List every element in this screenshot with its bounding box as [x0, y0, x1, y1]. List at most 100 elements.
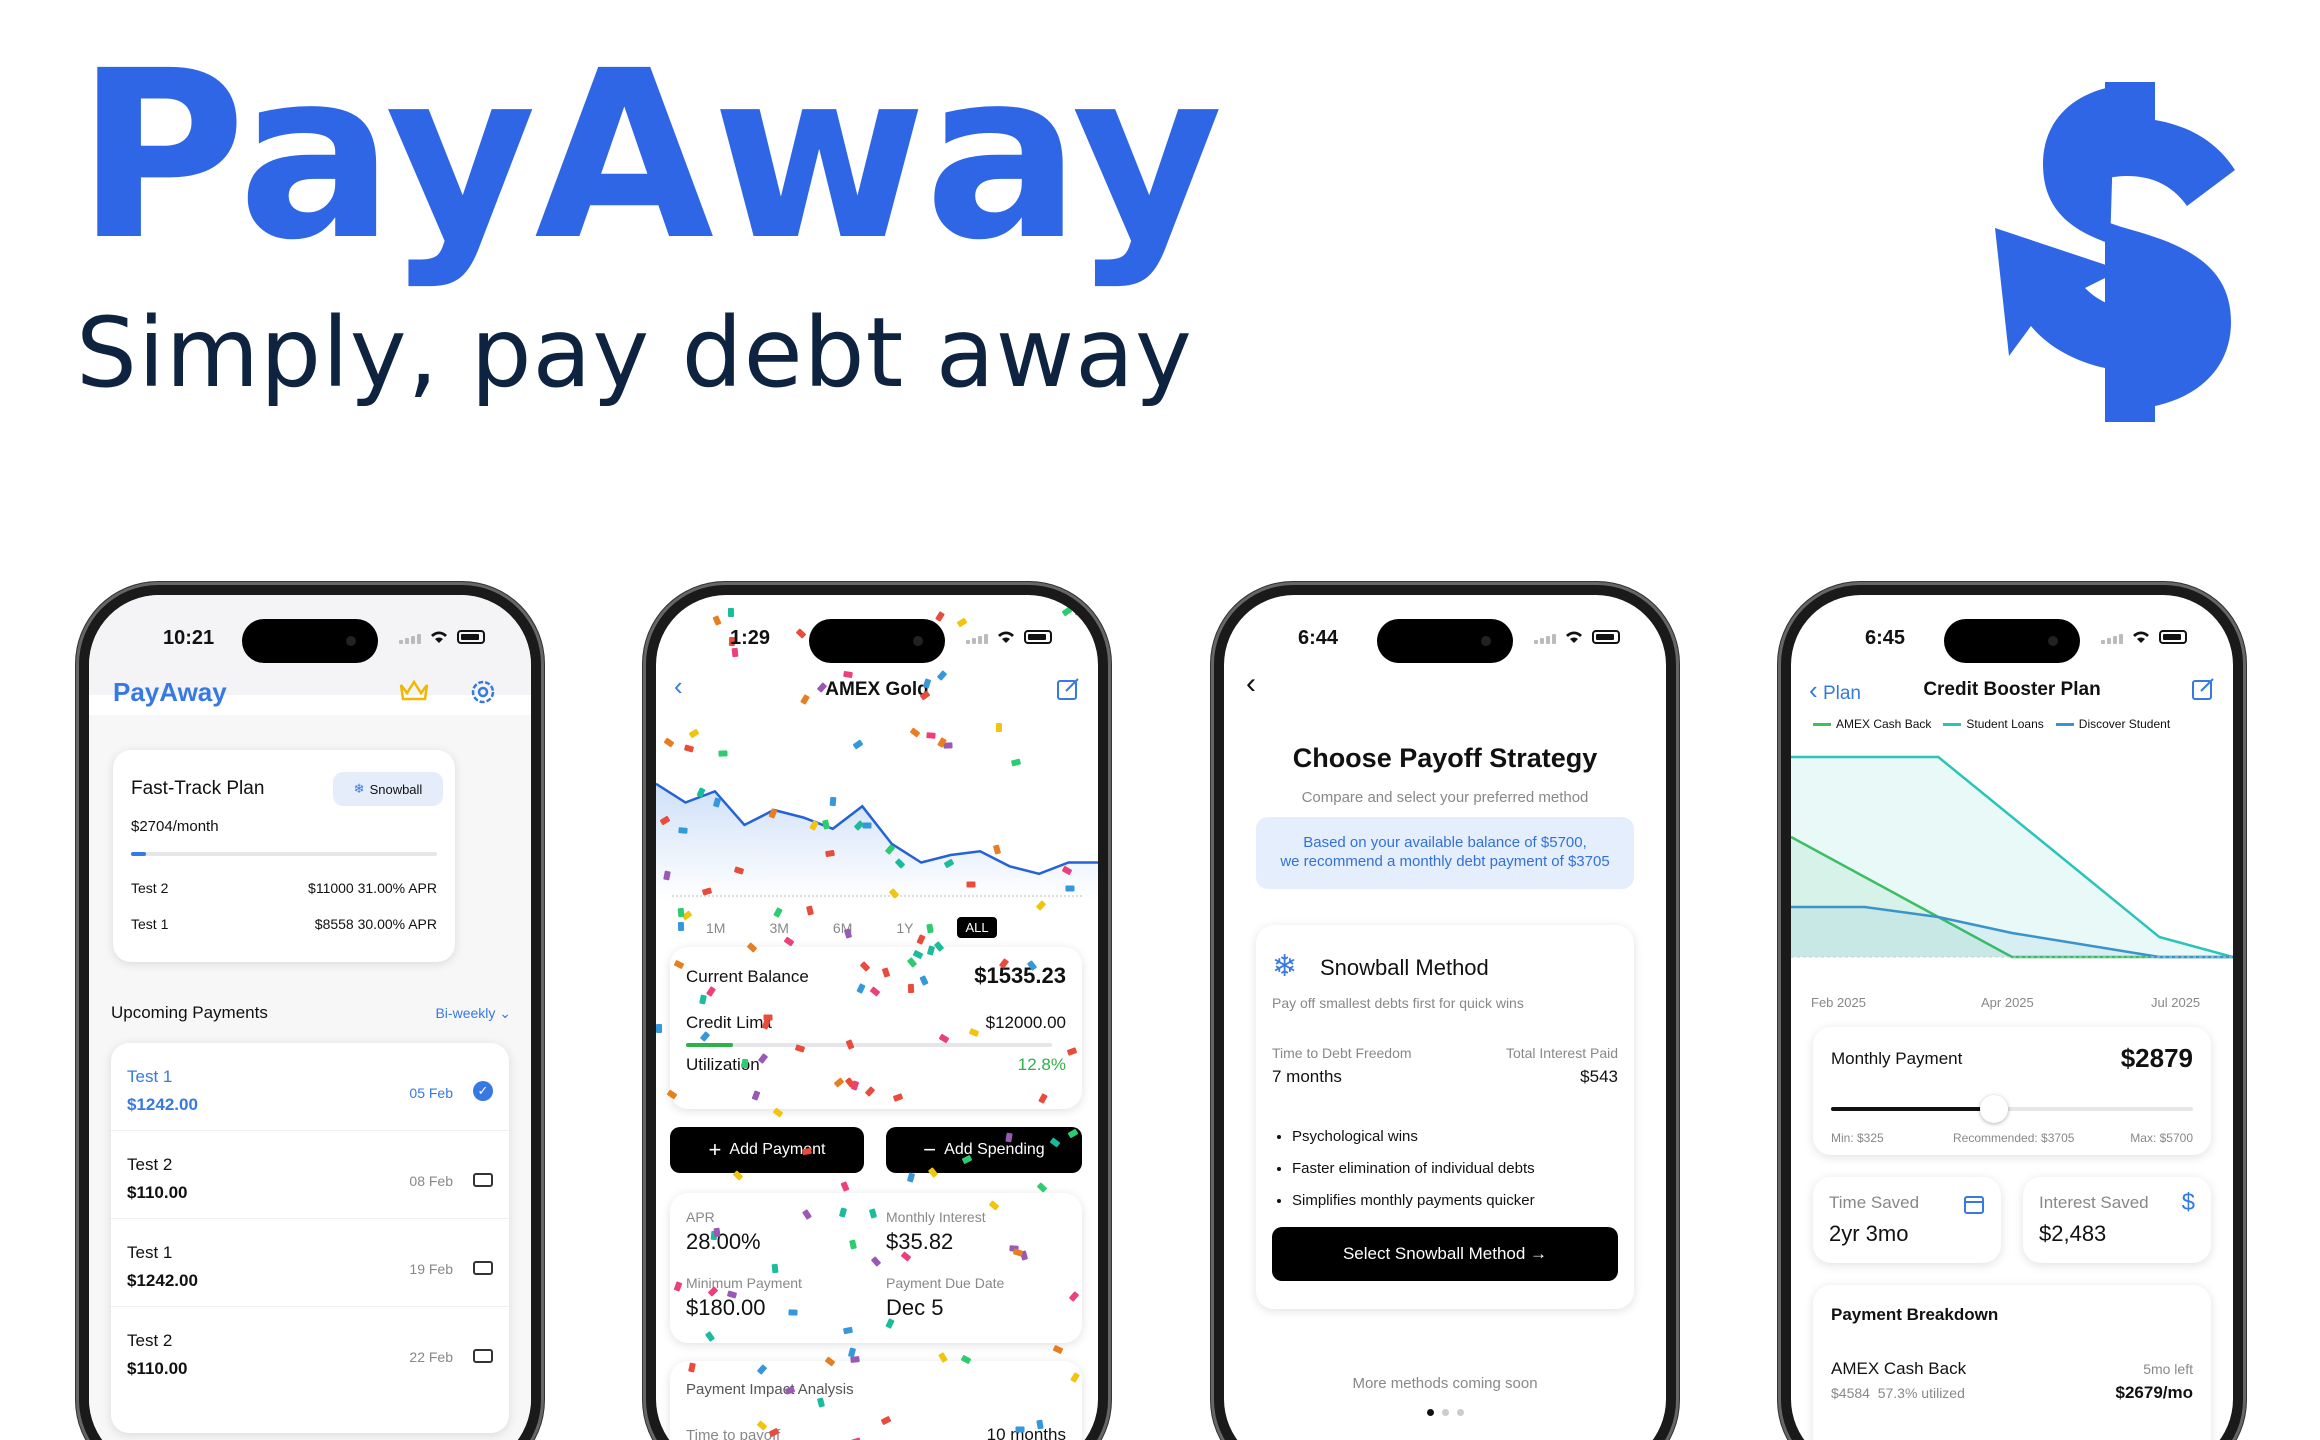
- confetti-piece: [783, 936, 795, 947]
- status-time: 6:45: [1865, 627, 1906, 649]
- interest-saved-label: Interest Saved: [2039, 1193, 2149, 1212]
- range-3m[interactable]: 3M: [769, 920, 788, 936]
- status-time: 6:44: [1298, 627, 1339, 649]
- payment-row[interactable]: Test 1 $1242.00 19 Feb: [111, 1219, 509, 1307]
- payment-row[interactable]: Test 2 $110.00 08 Feb: [111, 1131, 509, 1219]
- chart-legend: AMEX Cash Back Student Loans Discover Stud…: [1813, 717, 2170, 731]
- slider-thumb[interactable]: [1979, 1095, 2008, 1123]
- freedom-label: Time to Debt Freedom: [1272, 1045, 1412, 1061]
- payment-row[interactable]: Test 1 $1242.00 05 Feb ✓: [111, 1043, 509, 1131]
- plan-progress: [131, 852, 437, 856]
- payment-name: Test 2: [127, 1331, 173, 1350]
- dollar-arrow-icon: [1995, 82, 2235, 422]
- range-1m[interactable]: 1M: [706, 920, 725, 936]
- snowflake-icon: ❄: [353, 781, 365, 796]
- breakdown-debt-name: AMEX Cash Back: [1831, 1359, 1967, 1378]
- confetti-piece: [1052, 1344, 1063, 1355]
- payoff-label: Time to payoff: [686, 1427, 781, 1440]
- payment-date: 05 Feb: [409, 1085, 453, 1101]
- confetti-piece: [829, 796, 837, 807]
- payment-date: 22 Feb: [409, 1349, 453, 1365]
- payment-amount: $110.00: [127, 1183, 188, 1202]
- payment-row[interactable]: Test 2 $110.00 22 Feb: [111, 1307, 509, 1395]
- confetti-piece: [713, 1227, 721, 1237]
- chevron-down-icon: ⌄: [499, 1005, 511, 1021]
- payment-amount: $110.00: [127, 1359, 188, 1378]
- interest-value: $35.82: [886, 1229, 954, 1254]
- time-saved-value: 2yr 3mo: [1829, 1221, 1909, 1246]
- confetti-piece: [1035, 900, 1047, 912]
- check-icon[interactable]: ✓: [473, 1081, 493, 1101]
- confetti-piece: [966, 881, 976, 888]
- payment-breakdown-card: Payment Breakdown AMEX Cash Back 5mo lef…: [1813, 1285, 2211, 1440]
- more-methods-note: More methods coming soon: [1352, 1375, 1538, 1392]
- confetti-piece: [909, 727, 921, 738]
- limit-label: Credit Limit: [686, 1013, 772, 1032]
- legend-item: Student Loans: [1943, 717, 2044, 731]
- back-chevron-icon[interactable]: ‹: [1246, 667, 1256, 701]
- confetti-piece: [862, 821, 873, 829]
- confetti-piece: [1062, 606, 1073, 617]
- confetti-piece: [678, 826, 689, 834]
- plan-card[interactable]: Fast-Track Plan ❄ Snowball $2704/month Te…: [113, 750, 455, 962]
- confetti-piece: [995, 722, 1002, 732]
- x-tick-label: Apr 2025: [1981, 995, 2034, 1010]
- method-card[interactable]: ❄ Snowball Method Pay off smallest debts…: [1256, 925, 1634, 1309]
- status-time: 1:29: [730, 627, 771, 649]
- payment-name: Test 1: [127, 1243, 173, 1262]
- debt-amount: $8558 30.00% APR: [314, 916, 437, 932]
- plan-title: Credit Booster Plan: [1923, 679, 2101, 700]
- select-method-button[interactable]: Select Snowball Method →: [1272, 1227, 1618, 1281]
- add-spending-button[interactable]: − Add Spending: [886, 1127, 1082, 1173]
- time-saved-card: Time Saved 2yr 3mo: [1813, 1177, 2001, 1263]
- x-tick-label: Feb 2025: [1811, 995, 1866, 1010]
- card-icon[interactable]: [473, 1173, 493, 1187]
- min-value: $180.00: [686, 1295, 766, 1320]
- time-saved-label: Time Saved: [1829, 1193, 1920, 1212]
- utilization-bar: [686, 1043, 1052, 1047]
- breakdown-title: Payment Breakdown: [1831, 1305, 1999, 1324]
- balance-chart[interactable]: [656, 750, 1098, 900]
- debt-name: Test 1: [131, 916, 169, 932]
- add-payment-button[interactable]: + Add Payment: [670, 1127, 864, 1173]
- strategy-title: Choose Payoff Strategy: [1292, 743, 1598, 773]
- payment-slider[interactable]: [1831, 1095, 2193, 1123]
- confetti-piece: [656, 1023, 663, 1033]
- recommendation-banner: Based on your available balance of $5700…: [1256, 817, 1634, 889]
- calendar-icon: [1964, 1196, 1984, 1214]
- breakdown-detail: $4584 57.3% utilized: [1831, 1385, 1965, 1401]
- confetti-piece: [772, 1107, 784, 1119]
- payment-name: Test 2: [127, 1155, 173, 1174]
- card-icon[interactable]: [473, 1261, 493, 1275]
- edit-icon[interactable]: [2191, 677, 2215, 701]
- payment-date: 19 Feb: [409, 1261, 453, 1277]
- confetti-piece: [664, 737, 675, 748]
- method-desc: Pay off smallest debts first for quick w…: [1272, 995, 1524, 1011]
- confetti-piece: [741, 1058, 749, 1068]
- due-value: Dec 5: [886, 1295, 944, 1320]
- breakdown-amount: $2679/mo: [2115, 1383, 2194, 1402]
- confetti-piece: [1074, 609, 1086, 619]
- plan-name: Fast-Track Plan: [131, 778, 265, 799]
- status-time: 10:21: [163, 627, 215, 649]
- benefits-list: Psychological winsFaster elimination of …: [1292, 1121, 1535, 1217]
- edit-icon[interactable]: [1056, 677, 1080, 701]
- freedom-value: 7 months: [1272, 1067, 1342, 1086]
- card-icon[interactable]: [473, 1349, 493, 1363]
- apr-label: APR: [686, 1209, 715, 1225]
- confetti-piece: [843, 670, 854, 679]
- range-1y[interactable]: 1Y: [896, 920, 913, 936]
- slider-min: Min: $325: [1831, 1131, 1884, 1145]
- payment-amount: $1242.00: [127, 1271, 198, 1290]
- confetti-piece: [771, 1264, 779, 1274]
- confetti-piece: [1065, 885, 1075, 893]
- balance-value: $1535.23: [974, 963, 1066, 988]
- frequency-dropdown[interactable]: Bi-weekly ⌄: [435, 1005, 511, 1022]
- confetti-piece: [907, 984, 915, 994]
- range-all[interactable]: ALL: [957, 917, 997, 938]
- benefit-item: Faster elimination of individual debts: [1292, 1153, 1535, 1185]
- page-indicator[interactable]: [1224, 1403, 1666, 1421]
- settings-gear-icon[interactable]: [469, 678, 497, 706]
- crown-icon[interactable]: [399, 679, 429, 703]
- payoff-chart[interactable]: [1791, 745, 2233, 977]
